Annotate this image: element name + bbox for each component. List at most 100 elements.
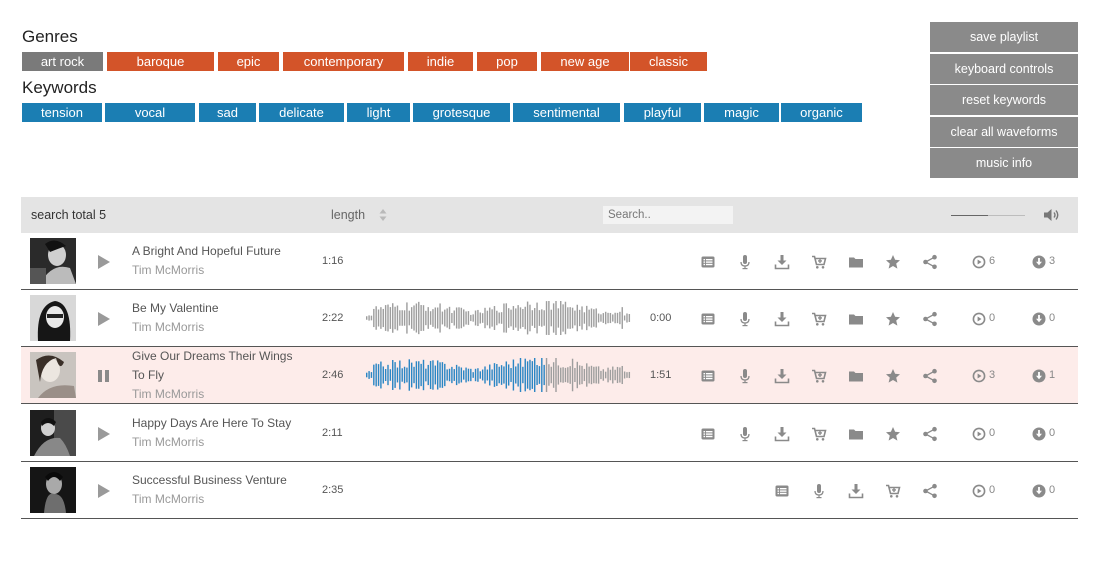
download-count-icon[interactable]: [1032, 255, 1046, 269]
download-icon[interactable]: [774, 368, 790, 384]
keyword-tag[interactable]: grotesque: [413, 103, 510, 122]
microphone-icon[interactable]: [737, 368, 753, 384]
download-count-icon[interactable]: [1032, 312, 1046, 326]
download-count-icon[interactable]: [1032, 484, 1046, 498]
waveform[interactable]: [366, 301, 631, 335]
microphone-icon[interactable]: [737, 426, 753, 442]
genre-tag[interactable]: classic: [630, 52, 707, 71]
play-icon[interactable]: [97, 311, 111, 327]
keyword-tag[interactable]: organic: [781, 103, 862, 122]
star-icon[interactable]: [885, 254, 901, 270]
cart-icon[interactable]: [811, 426, 827, 442]
waveform-bar: [413, 305, 415, 331]
folder-icon[interactable]: [848, 368, 864, 384]
download-icon[interactable]: [848, 483, 864, 499]
volume-icon[interactable]: [1043, 208, 1061, 222]
track-artist[interactable]: Tim McMorris: [132, 385, 204, 404]
play-icon[interactable]: [97, 254, 111, 270]
cart-icon[interactable]: [811, 254, 827, 270]
waveform[interactable]: [366, 358, 631, 392]
sort-icon[interactable]: [379, 208, 387, 222]
details-icon[interactable]: [700, 254, 716, 270]
cart-icon[interactable]: [811, 368, 827, 384]
play-count-icon[interactable]: [972, 427, 986, 441]
cart-icon[interactable]: [811, 311, 827, 327]
pause-icon[interactable]: [97, 368, 111, 384]
cart-icon[interactable]: [885, 483, 901, 499]
share-icon[interactable]: [922, 311, 938, 327]
folder-icon[interactable]: [848, 254, 864, 270]
keyword-tag[interactable]: sentimental: [513, 103, 620, 122]
download-icon[interactable]: [774, 311, 790, 327]
genre-tag[interactable]: new age: [541, 52, 629, 71]
share-icon[interactable]: [922, 483, 938, 499]
keyword-tag[interactable]: vocal: [105, 103, 195, 122]
details-icon[interactable]: [774, 483, 790, 499]
play-count-icon[interactable]: [972, 255, 986, 269]
play-icon[interactable]: [97, 483, 111, 499]
track-title[interactable]: Give Our Dreams Their Wings To Fly: [132, 347, 307, 385]
keyboard-controls-button[interactable]: keyboard controls: [930, 54, 1078, 84]
waveform-bar: [474, 368, 477, 382]
track-artist[interactable]: Tim McMorris: [132, 261, 204, 280]
details-icon[interactable]: [700, 311, 716, 327]
folder-icon[interactable]: [848, 311, 864, 327]
music-info-button[interactable]: music info: [930, 148, 1078, 178]
star-icon[interactable]: [885, 426, 901, 442]
track-row[interactable]: Give Our Dreams Their Wings To Fly Tim Mc…: [21, 347, 1078, 404]
play-count-icon[interactable]: [972, 484, 986, 498]
reset-keywords-button[interactable]: reset keywords: [930, 85, 1078, 115]
microphone-icon[interactable]: [811, 483, 827, 499]
track-artist[interactable]: Tim McMorris: [132, 318, 204, 337]
microphone-icon[interactable]: [737, 254, 753, 270]
search-input[interactable]: [603, 206, 733, 224]
download-count-icon[interactable]: [1032, 427, 1046, 441]
genre-tag[interactable]: pop: [477, 52, 537, 71]
keyword-tag[interactable]: tension: [22, 103, 102, 122]
track-title[interactable]: Successful Business Venture: [132, 471, 322, 490]
download-icon[interactable]: [774, 254, 790, 270]
waveform-bar: [387, 304, 389, 332]
track-title[interactable]: A Bright And Hopeful Future: [132, 242, 322, 261]
play-icon[interactable]: [97, 426, 111, 442]
track-artist[interactable]: Tim McMorris: [132, 433, 204, 452]
track-title[interactable]: Be My Valentine: [132, 299, 322, 318]
clear-all-waveforms-button[interactable]: clear all waveforms: [930, 117, 1078, 147]
details-icon[interactable]: [700, 368, 716, 384]
microphone-icon[interactable]: [737, 311, 753, 327]
share-icon[interactable]: [922, 426, 938, 442]
genre-tag[interactable]: indie: [408, 52, 473, 71]
play-count-icon[interactable]: [972, 369, 986, 383]
keyword-tag[interactable]: sad: [199, 103, 256, 122]
waveform-bar: [394, 306, 396, 330]
track-row[interactable]: A Bright And Hopeful Future Tim McMorris 1…: [21, 233, 1078, 290]
details-icon[interactable]: [700, 426, 716, 442]
keyword-tag[interactable]: playful: [624, 103, 701, 122]
genre-tag[interactable]: contemporary: [283, 52, 404, 71]
volume-slider[interactable]: [951, 215, 1025, 216]
track-title[interactable]: Happy Days Are Here To Stay: [132, 414, 322, 433]
keyword-tag[interactable]: delicate: [259, 103, 344, 122]
folder-icon[interactable]: [848, 426, 864, 442]
download-count-icon[interactable]: [1032, 369, 1046, 383]
save-playlist-button[interactable]: save playlist: [930, 22, 1078, 52]
waveform-bar: [628, 371, 631, 379]
keyword-tag[interactable]: magic: [704, 103, 779, 122]
play-count-icon[interactable]: [972, 312, 986, 326]
genre-tag[interactable]: baroque: [107, 52, 214, 71]
waveform-bar: [441, 362, 444, 388]
genre-tag[interactable]: art rock: [22, 52, 103, 71]
star-icon[interactable]: [885, 368, 901, 384]
track-row[interactable]: Happy Days Are Here To Stay Tim McMorris 2…: [21, 405, 1078, 462]
download-icon[interactable]: [774, 426, 790, 442]
share-icon[interactable]: [922, 368, 938, 384]
track-row[interactable]: Be My Valentine Tim McMorris 2:22 0:00 0 0: [21, 290, 1078, 347]
share-icon[interactable]: [922, 254, 938, 270]
track-row[interactable]: Successful Business Venture Tim McMorris 2…: [21, 462, 1078, 519]
genre-tag[interactable]: epic: [218, 52, 279, 71]
keyword-tag[interactable]: light: [347, 103, 410, 122]
track-artist[interactable]: Tim McMorris: [132, 490, 204, 509]
star-icon[interactable]: [885, 311, 901, 327]
download-count: 0: [1049, 312, 1056, 324]
length-sort-label[interactable]: length: [331, 208, 365, 222]
